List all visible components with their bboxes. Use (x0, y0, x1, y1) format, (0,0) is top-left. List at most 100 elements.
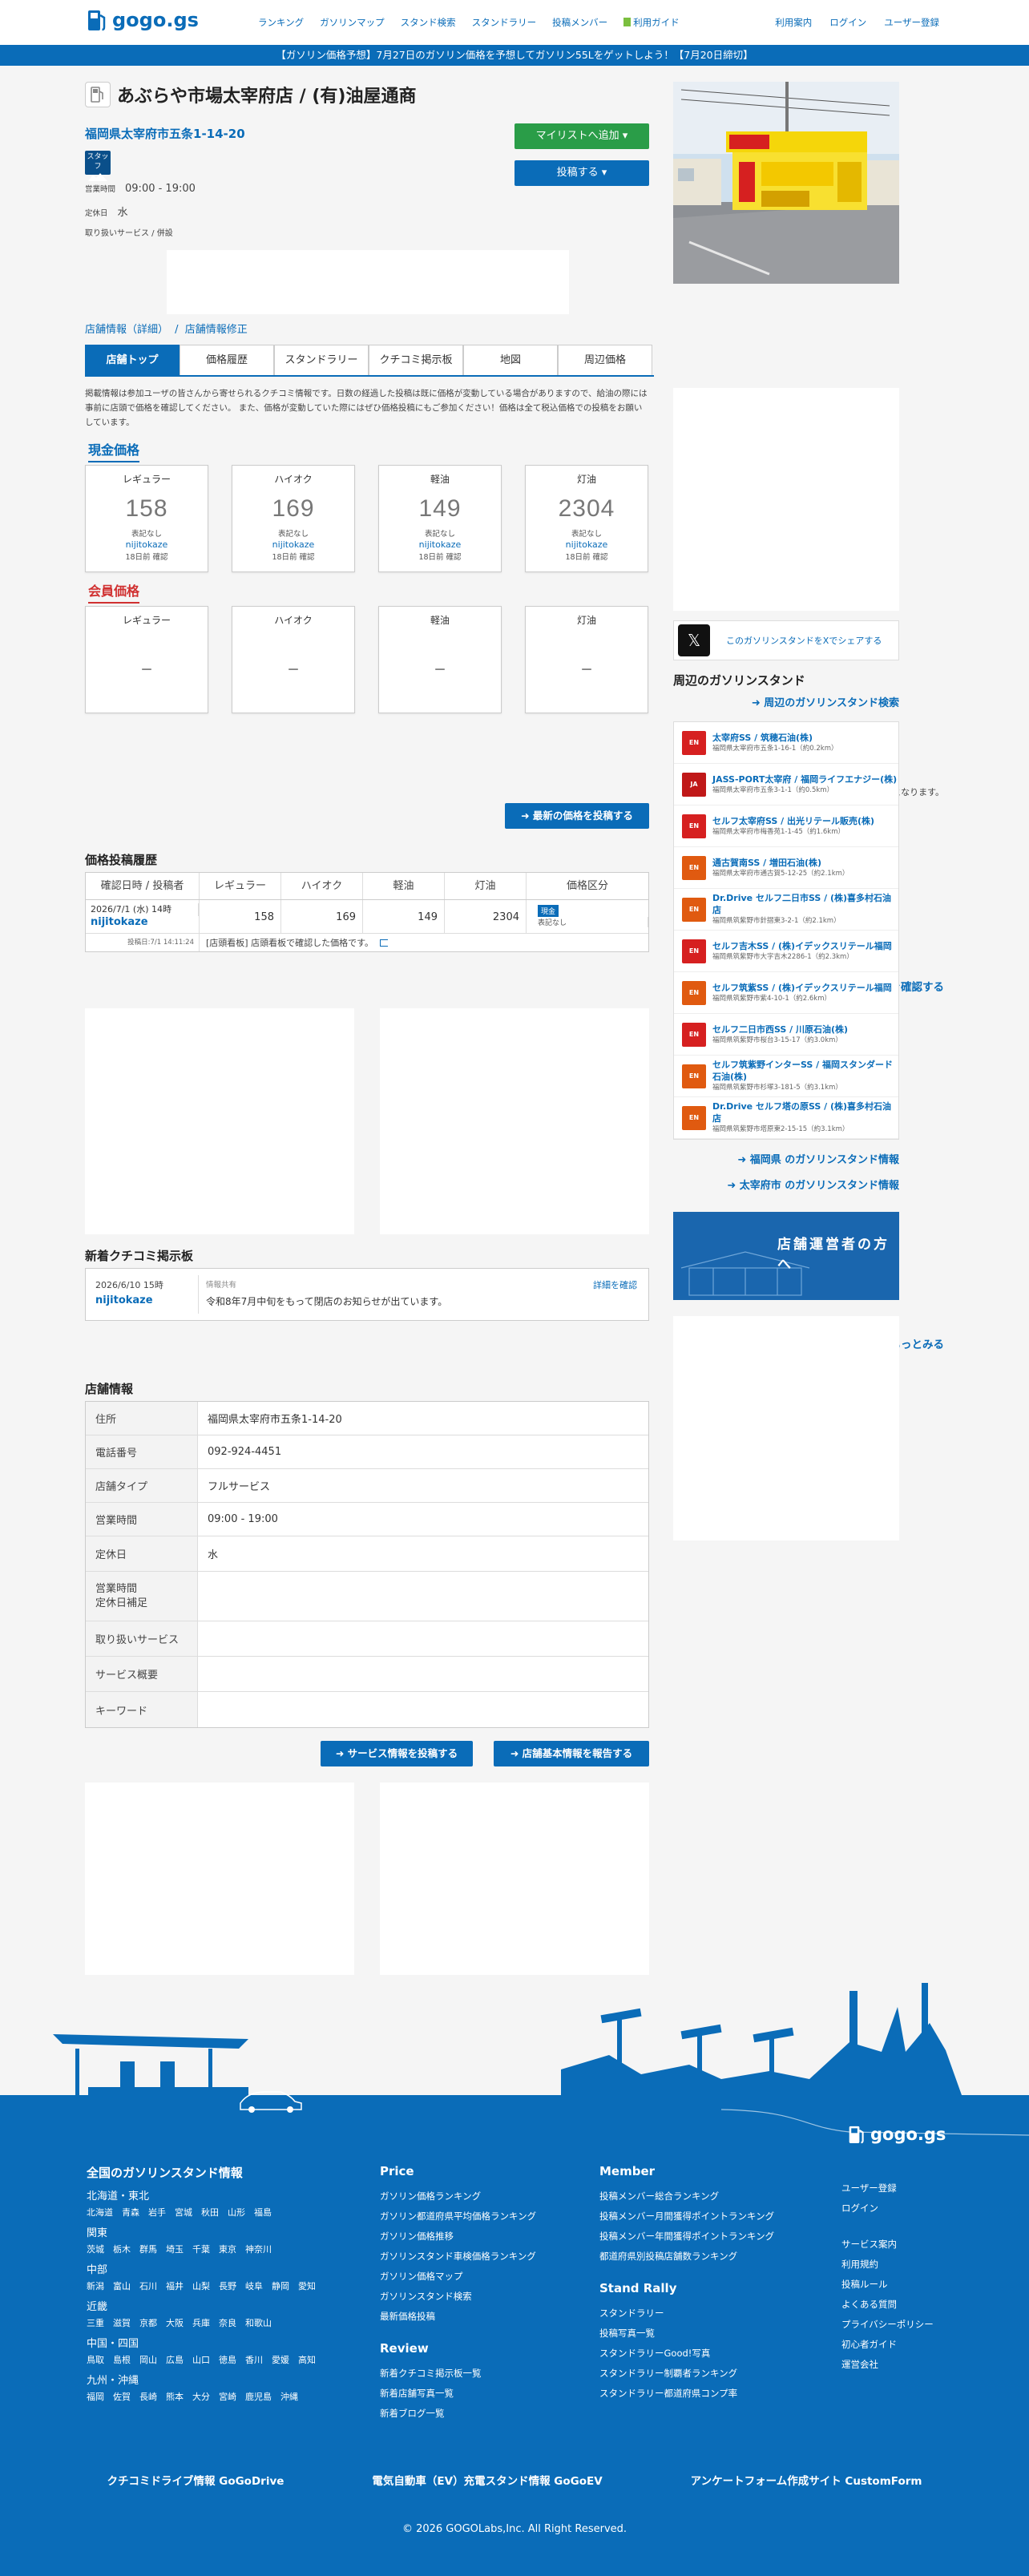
tab-stand-rally[interactable]: スタンドラリー (274, 345, 369, 375)
nav-register[interactable]: ユーザー登録 (884, 16, 939, 29)
list-item[interactable]: EN セルフ筑紫野インターSS / 福岡スタンダード石油(株) 福岡県筑紫野市杉塚3… (674, 1056, 898, 1097)
owner-banner[interactable]: 店舗運営者の方へ (673, 1212, 899, 1300)
link-edit-info[interactable]: 店舗情報修正 (185, 324, 248, 336)
list-item[interactable]: EN 通古賀南SS / 増田石油(株) 福岡県太宰府市通古賀5-12-25（約2.1… (674, 847, 898, 889)
footer-link[interactable]: 初心者ガイド (841, 2335, 962, 2355)
nearby-name[interactable]: JASS-PORT太宰府 / 福岡ライフエナジー(株) (712, 773, 897, 785)
footer-link[interactable]: スタンドラリー (599, 2303, 808, 2324)
footer-link[interactable]: 新着クチコミ掲示板一覧 (380, 2364, 572, 2384)
price-user[interactable]: nijitokaze (526, 539, 648, 550)
nearby-name[interactable]: セルフ吉木SS / (株)イデックスリテール福岡 (712, 940, 892, 952)
site-logo[interactable]: gogo.gs (87, 8, 199, 32)
nearby-name[interactable]: セルフ筑紫SS / (株)イデックスリテール福岡 (712, 982, 892, 994)
footer-link[interactable]: ガソリン都道府県平均価格ランキング (380, 2207, 572, 2227)
flag-icon[interactable] (379, 939, 388, 947)
post-dropdown-button[interactable]: 投稿する ▾ (514, 160, 649, 186)
gogoev-link[interactable]: 電気自動車（EV）充電スタンド情報 GoGoEV (372, 2472, 602, 2488)
x-share-link[interactable]: このガソリンスタンドをXでシェアする (726, 634, 882, 647)
region-prefs[interactable]: 新潟 富山 石川 福井 山梨 長野 岐阜 静岡 愛知 (87, 2279, 343, 2295)
footer-link[interactable]: サービス案内 (841, 2235, 962, 2255)
tab-top[interactable]: 店舗トップ (85, 345, 180, 375)
nav-guide[interactable]: 利用ガイド (623, 16, 680, 29)
report-basic-info-button[interactable]: ➜ 店舗基本情報を報告する (494, 1741, 649, 1766)
kuchikomi-detail-link[interactable]: 詳細を確認 (593, 1278, 637, 1291)
link-detail-info[interactable]: 店舗情報（詳細） (85, 324, 168, 336)
region-prefs[interactable]: 三重 滋賀 京都 大阪 兵庫 奈良 和歌山 (87, 2316, 343, 2332)
price-user[interactable]: nijitokaze (232, 539, 354, 550)
footer-link[interactable]: 投稿写真一覧 (599, 2324, 808, 2344)
list-item[interactable]: EN セルフ太宰府SS / 出光リテール販売(株) 福岡県太宰府市梅香苑1-1-45… (674, 806, 898, 847)
station-address[interactable]: 福岡県太宰府市五条1-14-20 (85, 125, 245, 142)
footer-link[interactable]: ガソリンスタンド検索 (380, 2287, 572, 2307)
list-item[interactable]: EN Dr.Drive セルフ二日市SS / (株)喜多村石油店 福岡県筑紫野市針摺… (674, 889, 898, 931)
kuchikomi-user[interactable]: nijitokaze (95, 1294, 153, 1306)
member-card-regular[interactable]: レギュラー － (85, 606, 208, 713)
region-prefs[interactable]: 北海道 青森 岩手 宮城 秋田 山形 福島 (87, 2205, 343, 2221)
list-item[interactable]: EN セルフ筑紫SS / (株)イデックスリテール福岡 福岡県筑紫野市紫4-10-1… (674, 972, 898, 1014)
list-item[interactable]: JA JASS-PORT太宰府 / 福岡ライフエナジー(株) 福岡県太宰府市五条3-… (674, 764, 898, 806)
region-prefs[interactable]: 福岡 佐賀 長崎 熊本 大分 宮崎 鹿児島 沖縄 (87, 2389, 343, 2405)
footer-link[interactable]: 運営会社 (841, 2355, 962, 2375)
nav-rally[interactable]: スタンドラリー (472, 16, 537, 29)
nav-login[interactable]: ログイン (829, 16, 866, 29)
nearby-name[interactable]: 通古賀南SS / 増田石油(株) (712, 857, 849, 869)
footer-link[interactable]: ガソリンスタンド車検価格ランキング (380, 2247, 572, 2267)
tab-map[interactable]: 地図 (463, 345, 558, 375)
add-mylist-button[interactable]: マイリストへ追加 ▾ (514, 123, 649, 149)
x-share-box[interactable]: 𝕏 このガソリンスタンドをXでシェアする (673, 620, 899, 660)
cash-card-kerosene[interactable]: 灯油 2304 表記なし nijitokaze 18日前 確認 (525, 465, 648, 572)
nearby-search-link[interactable]: ➜ 周辺のガソリンスタンド検索 (752, 694, 899, 709)
nearby-name[interactable]: 太宰府SS / 筑穂石油(株) (712, 732, 838, 744)
pref-link[interactable]: ➜ 福岡県 のガソリンスタンド情報 (737, 1151, 899, 1166)
cash-card-regular[interactable]: レギュラー 158 表記なし nijitokaze 18日前 確認 (85, 465, 208, 572)
footer-link[interactable]: 投稿メンバー月間獲得ポイントランキング (599, 2207, 808, 2227)
campaign-banner[interactable]: 【ガソリン価格予想】7月27日のガソリン価格を予想してガソリン55Lをゲットしよ… (0, 45, 1029, 66)
member-card-kerosene[interactable]: 灯油 － (525, 606, 648, 713)
price-user[interactable]: nijitokaze (379, 539, 501, 550)
footer-link[interactable]: よくある質問 (841, 2295, 962, 2315)
tab-kuchikomi[interactable]: クチコミ掲示板 (369, 345, 463, 375)
list-item[interactable]: EN Dr.Drive セルフ塔の原SS / (株)喜多村石油店 福岡県筑紫野市塔原… (674, 1097, 898, 1139)
kuchikomi-item[interactable]: 2026/6/10 15時 nijitokaze 情報共有 令和8年7月中旬をも… (85, 1268, 649, 1321)
post-latest-price-button[interactable]: ➜ 最新の価格を投稿する (505, 803, 649, 829)
footer-link[interactable]: 利用規約 (841, 2255, 962, 2275)
footer-link[interactable]: ユーザー登録 (841, 2178, 962, 2198)
station-photo[interactable] (673, 82, 899, 284)
footer-link[interactable]: 新着店舗写真一覧 (380, 2384, 572, 2404)
cash-card-diesel[interactable]: 軽油 149 表記なし nijitokaze 18日前 確認 (378, 465, 502, 572)
nav-members[interactable]: 投稿メンバー (552, 16, 607, 29)
footer-link[interactable]: ログイン (841, 2198, 962, 2219)
footer-link[interactable]: 都道府県別投稿店舗数ランキング (599, 2247, 808, 2267)
footer-link[interactable]: 投稿ルール (841, 2275, 962, 2295)
list-item[interactable]: EN セルフ二日市西SS / 川原石油(株) 福岡県筑紫野市桜台3-15-17（約3… (674, 1014, 898, 1056)
footer-link[interactable]: プライバシーポリシー (841, 2315, 962, 2335)
nav-info[interactable]: 利用案内 (775, 16, 812, 29)
footer-link[interactable]: ガソリン価格推移 (380, 2227, 572, 2247)
list-item[interactable]: EN 太宰府SS / 筑穂石油(株) 福岡県太宰府市五条1-16-1（約0.2km） (674, 722, 898, 764)
region-prefs[interactable]: 鳥取 島根 岡山 広島 山口 徳島 香川 愛媛 高知 (87, 2352, 343, 2368)
footer-link[interactable]: 新着ブログ一覧 (380, 2404, 572, 2424)
nearby-name[interactable]: セルフ筑紫野インターSS / 福岡スタンダード石油(株) (712, 1059, 898, 1083)
footer-link[interactable]: スタンドラリーGood!写真 (599, 2344, 808, 2364)
city-link[interactable]: ➜ 太宰府市 のガソリンスタンド情報 (727, 1177, 899, 1192)
list-item[interactable]: EN セルフ吉木SS / (株)イデックスリテール福岡 福岡県筑紫野市大字吉木228… (674, 931, 898, 972)
nav-search[interactable]: スタンド検索 (401, 16, 456, 29)
price-user[interactable]: nijitokaze (86, 539, 208, 550)
member-card-high[interactable]: ハイオク － (232, 606, 355, 713)
footer-link[interactable]: 最新価格投稿 (380, 2307, 572, 2327)
region-prefs[interactable]: 茨城 栃木 群馬 埼玉 千葉 東京 神奈川 (87, 2242, 343, 2258)
tab-price-history[interactable]: 価格履歴 (180, 345, 274, 375)
customform-link[interactable]: アンケートフォーム作成サイト CustomForm (691, 2472, 922, 2488)
footer-link[interactable]: ガソリン価格ランキング (380, 2186, 572, 2207)
nearby-name[interactable]: Dr.Drive セルフ二日市SS / (株)喜多村石油店 (712, 892, 898, 916)
footer-link[interactable]: 投稿メンバー年間獲得ポイントランキング (599, 2227, 808, 2247)
footer-link[interactable]: スタンドラリー都道府県コンプ率 (599, 2384, 808, 2404)
nav-ranking[interactable]: ランキング (258, 16, 304, 29)
gogodrive-link[interactable]: クチコミドライブ情報 GoGoDrive (107, 2472, 284, 2488)
member-card-diesel[interactable]: 軽油 － (378, 606, 502, 713)
footer-logo[interactable]: gogo.gs (848, 2124, 946, 2145)
nav-map[interactable]: ガソリンマップ (320, 16, 385, 29)
post-service-button[interactable]: ➜ サービス情報を投稿する (321, 1741, 473, 1766)
nearby-name[interactable]: セルフ二日市西SS / 川原石油(株) (712, 1024, 848, 1036)
nearby-name[interactable]: セルフ太宰府SS / 出光リテール販売(株) (712, 815, 874, 827)
